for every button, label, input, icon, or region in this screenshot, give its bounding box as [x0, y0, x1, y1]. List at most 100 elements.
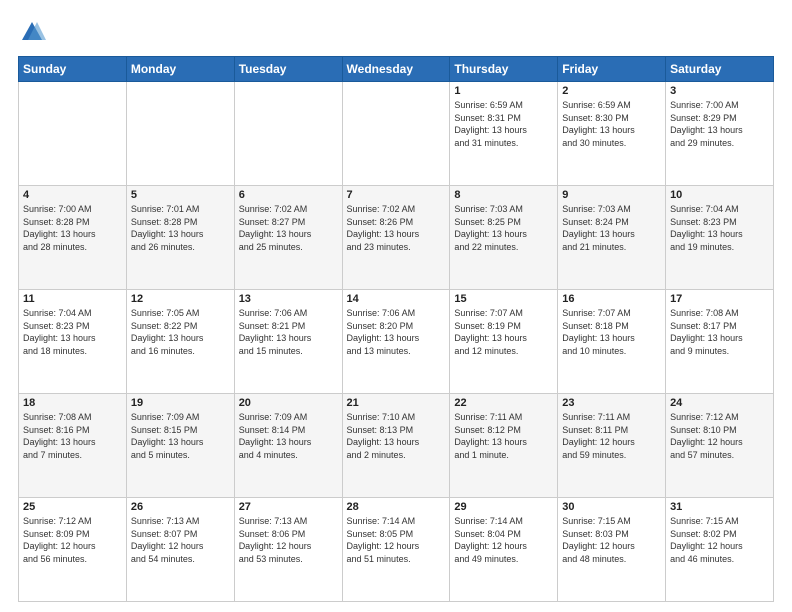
- page: SundayMondayTuesdayWednesdayThursdayFrid…: [0, 0, 792, 612]
- day-info: Sunrise: 7:08 AM Sunset: 8:17 PM Dayligh…: [670, 307, 769, 357]
- day-info: Sunrise: 7:04 AM Sunset: 8:23 PM Dayligh…: [670, 203, 769, 253]
- calendar-day-header: Monday: [126, 57, 234, 82]
- calendar-cell: 27 Sunrise: 7:13 AM Sunset: 8:06 PM Dayli…: [234, 498, 342, 602]
- day-number: 16: [562, 293, 661, 305]
- calendar-cell: 13 Sunrise: 7:06 AM Sunset: 8:21 PM Dayli…: [234, 290, 342, 394]
- calendar-cell: 6 Sunrise: 7:02 AM Sunset: 8:27 PM Daylig…: [234, 186, 342, 290]
- calendar-cell: 15 Sunrise: 7:07 AM Sunset: 8:19 PM Dayli…: [450, 290, 558, 394]
- calendar-cell: 5Sunrise: 7:01 AM Sunset: 8:28 PM Daylig…: [126, 186, 234, 290]
- calendar-cell: 3Sunrise: 7:00 AM Sunset: 8:29 PM Daylig…: [666, 82, 774, 186]
- calendar-day-header: Wednesday: [342, 57, 450, 82]
- day-info: Sunrise: 7:04 AM Sunset: 8:23 PM Dayligh…: [23, 307, 122, 357]
- calendar-cell: 9 Sunrise: 7:03 AM Sunset: 8:24 PM Daylig…: [558, 186, 666, 290]
- calendar-table: SundayMondayTuesdayWednesdayThursdayFrid…: [18, 56, 774, 602]
- day-info: Sunrise: 7:13 AM Sunset: 8:07 PM Dayligh…: [131, 515, 230, 565]
- calendar-week-row: 1Sunrise: 6:59 AM Sunset: 8:31 PM Daylig…: [19, 82, 774, 186]
- day-number: 13: [239, 293, 338, 305]
- day-number: 9: [562, 189, 661, 201]
- calendar-cell: [342, 82, 450, 186]
- calendar-cell: 21 Sunrise: 7:10 AM Sunset: 8:13 PM Dayli…: [342, 394, 450, 498]
- calendar-cell: 1Sunrise: 6:59 AM Sunset: 8:31 PM Daylig…: [450, 82, 558, 186]
- day-info: Sunrise: 7:11 AM Sunset: 8:11 PM Dayligh…: [562, 411, 661, 461]
- calendar-cell: 30 Sunrise: 7:15 AM Sunset: 8:03 PM Dayli…: [558, 498, 666, 602]
- day-number: 7: [347, 189, 446, 201]
- header: [18, 18, 774, 46]
- calendar-cell: 20 Sunrise: 7:09 AM Sunset: 8:14 PM Dayli…: [234, 394, 342, 498]
- calendar-cell: 11 Sunrise: 7:04 AM Sunset: 8:23 PM Dayli…: [19, 290, 127, 394]
- day-info: Sunrise: 7:05 AM Sunset: 8:22 PM Dayligh…: [131, 307, 230, 357]
- calendar-day-header: Thursday: [450, 57, 558, 82]
- day-info: Sunrise: 7:11 AM Sunset: 8:12 PM Dayligh…: [454, 411, 553, 461]
- day-info: Sunrise: 7:03 AM Sunset: 8:24 PM Dayligh…: [562, 203, 661, 253]
- day-number: 28: [347, 501, 446, 513]
- day-info: Sunrise: 7:06 AM Sunset: 8:21 PM Dayligh…: [239, 307, 338, 357]
- day-number: 8: [454, 189, 553, 201]
- day-number: 26: [131, 501, 230, 513]
- day-number: 24: [670, 397, 769, 409]
- calendar-cell: 26 Sunrise: 7:13 AM Sunset: 8:07 PM Dayli…: [126, 498, 234, 602]
- day-info: Sunrise: 7:07 AM Sunset: 8:18 PM Dayligh…: [562, 307, 661, 357]
- day-number: 18: [23, 397, 122, 409]
- calendar-cell: 14Sunrise: 7:06 AM Sunset: 8:20 PM Dayli…: [342, 290, 450, 394]
- calendar-day-header: Tuesday: [234, 57, 342, 82]
- day-info: Sunrise: 7:03 AM Sunset: 8:25 PM Dayligh…: [454, 203, 553, 253]
- day-info: Sunrise: 7:09 AM Sunset: 8:15 PM Dayligh…: [131, 411, 230, 461]
- day-number: 19: [131, 397, 230, 409]
- day-info: Sunrise: 7:10 AM Sunset: 8:13 PM Dayligh…: [347, 411, 446, 461]
- day-info: Sunrise: 6:59 AM Sunset: 8:31 PM Dayligh…: [454, 99, 553, 149]
- calendar-cell: 18 Sunrise: 7:08 AM Sunset: 8:16 PM Dayli…: [19, 394, 127, 498]
- day-info: Sunrise: 7:14 AM Sunset: 8:05 PM Dayligh…: [347, 515, 446, 565]
- calendar-day-header: Saturday: [666, 57, 774, 82]
- calendar-week-row: 25 Sunrise: 7:12 AM Sunset: 8:09 PM Dayli…: [19, 498, 774, 602]
- day-info: Sunrise: 7:02 AM Sunset: 8:27 PM Dayligh…: [239, 203, 338, 253]
- calendar-cell: 28 Sunrise: 7:14 AM Sunset: 8:05 PM Dayli…: [342, 498, 450, 602]
- calendar-week-row: 4Sunrise: 7:00 AM Sunset: 8:28 PM Daylig…: [19, 186, 774, 290]
- calendar-cell: 29 Sunrise: 7:14 AM Sunset: 8:04 PM Dayli…: [450, 498, 558, 602]
- day-number: 25: [23, 501, 122, 513]
- calendar-cell: 8 Sunrise: 7:03 AM Sunset: 8:25 PM Daylig…: [450, 186, 558, 290]
- calendar-cell: 25 Sunrise: 7:12 AM Sunset: 8:09 PM Dayli…: [19, 498, 127, 602]
- day-info: Sunrise: 7:15 AM Sunset: 8:03 PM Dayligh…: [562, 515, 661, 565]
- day-info: Sunrise: 7:07 AM Sunset: 8:19 PM Dayligh…: [454, 307, 553, 357]
- calendar-cell: 17 Sunrise: 7:08 AM Sunset: 8:17 PM Dayli…: [666, 290, 774, 394]
- day-info: Sunrise: 7:09 AM Sunset: 8:14 PM Dayligh…: [239, 411, 338, 461]
- day-info: Sunrise: 7:00 AM Sunset: 8:29 PM Dayligh…: [670, 99, 769, 149]
- day-number: 15: [454, 293, 553, 305]
- calendar-cell: 4Sunrise: 7:00 AM Sunset: 8:28 PM Daylig…: [19, 186, 127, 290]
- calendar-cell: 16 Sunrise: 7:07 AM Sunset: 8:18 PM Dayli…: [558, 290, 666, 394]
- day-info: Sunrise: 7:14 AM Sunset: 8:04 PM Dayligh…: [454, 515, 553, 565]
- calendar-cell: 19 Sunrise: 7:09 AM Sunset: 8:15 PM Dayli…: [126, 394, 234, 498]
- calendar-cell: [19, 82, 127, 186]
- day-number: 6: [239, 189, 338, 201]
- calendar-week-row: 11 Sunrise: 7:04 AM Sunset: 8:23 PM Dayli…: [19, 290, 774, 394]
- day-number: 10: [670, 189, 769, 201]
- day-info: Sunrise: 7:02 AM Sunset: 8:26 PM Dayligh…: [347, 203, 446, 253]
- day-number: 5: [131, 189, 230, 201]
- calendar-cell: [234, 82, 342, 186]
- calendar-day-header: Sunday: [19, 57, 127, 82]
- day-number: 31: [670, 501, 769, 513]
- calendar-day-header: Friday: [558, 57, 666, 82]
- calendar-cell: 24Sunrise: 7:12 AM Sunset: 8:10 PM Dayli…: [666, 394, 774, 498]
- day-info: Sunrise: 6:59 AM Sunset: 8:30 PM Dayligh…: [562, 99, 661, 149]
- day-info: Sunrise: 7:08 AM Sunset: 8:16 PM Dayligh…: [23, 411, 122, 461]
- logo-icon: [18, 18, 46, 46]
- day-number: 21: [347, 397, 446, 409]
- day-number: 23: [562, 397, 661, 409]
- calendar-cell: 31Sunrise: 7:15 AM Sunset: 8:02 PM Dayli…: [666, 498, 774, 602]
- day-info: Sunrise: 7:12 AM Sunset: 8:09 PM Dayligh…: [23, 515, 122, 565]
- day-info: Sunrise: 7:06 AM Sunset: 8:20 PM Dayligh…: [347, 307, 446, 357]
- calendar-cell: 22Sunrise: 7:11 AM Sunset: 8:12 PM Dayli…: [450, 394, 558, 498]
- day-number: 11: [23, 293, 122, 305]
- day-number: 29: [454, 501, 553, 513]
- day-number: 17: [670, 293, 769, 305]
- day-number: 20: [239, 397, 338, 409]
- calendar-cell: [126, 82, 234, 186]
- day-number: 30: [562, 501, 661, 513]
- day-info: Sunrise: 7:13 AM Sunset: 8:06 PM Dayligh…: [239, 515, 338, 565]
- day-info: Sunrise: 7:00 AM Sunset: 8:28 PM Dayligh…: [23, 203, 122, 253]
- calendar-header-row: SundayMondayTuesdayWednesdayThursdayFrid…: [19, 57, 774, 82]
- day-number: 27: [239, 501, 338, 513]
- logo: [18, 18, 50, 46]
- calendar-cell: 7 Sunrise: 7:02 AM Sunset: 8:26 PM Daylig…: [342, 186, 450, 290]
